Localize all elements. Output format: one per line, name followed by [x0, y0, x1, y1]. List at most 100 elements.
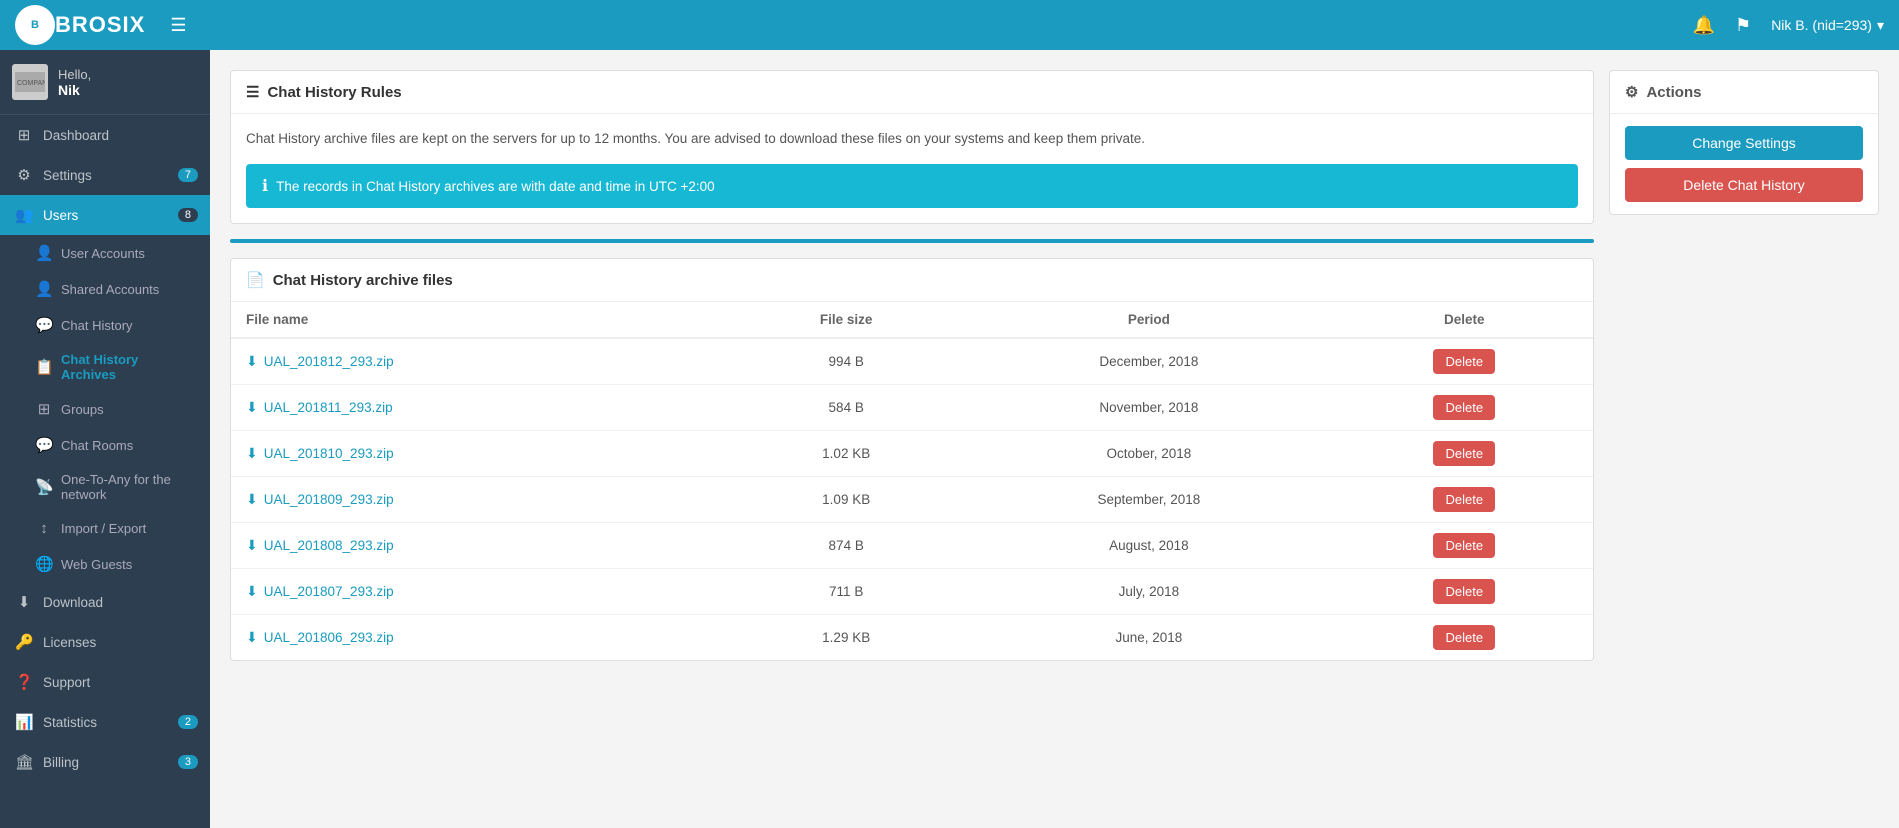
sidebar-item-chat-history[interactable]: 💬 Chat History: [0, 307, 210, 343]
file-link-1[interactable]: ⬇ UAL_201811_293.zip: [246, 399, 715, 416]
file-size-cell: 1.09 KB: [730, 477, 962, 523]
file-period-cell: November, 2018: [962, 385, 1335, 431]
sidebar-item-users[interactable]: 👥 Users 8: [0, 195, 210, 235]
sidebar-label-chat-history: Chat History: [61, 318, 133, 333]
file-delete-cell: Delete: [1336, 615, 1593, 661]
bell-icon[interactable]: 🔔: [1693, 15, 1715, 36]
file-size-cell: 994 B: [730, 338, 962, 385]
download-file-icon: ⬇: [246, 445, 258, 462]
svg-text:COMPANY: COMPANY: [17, 80, 45, 87]
file-period-cell: August, 2018: [962, 523, 1335, 569]
sidebar-item-one-to-any[interactable]: 📡 One-To-Any for the network: [0, 463, 210, 511]
table-row: ⬇ UAL_201806_293.zip 1.29 KB June, 2018 …: [231, 615, 1593, 661]
sidebar-item-dashboard[interactable]: ⊞ Dashboard: [0, 115, 210, 155]
sidebar-label-import-export: Import / Export: [61, 521, 146, 536]
delete-file-button-2[interactable]: Delete: [1433, 441, 1495, 466]
download-file-icon: ⬇: [246, 629, 258, 646]
sidebar-item-licenses[interactable]: 🔑 Licenses: [0, 622, 210, 662]
sidebar-item-shared-accounts[interactable]: 👤 Shared Accounts: [0, 271, 210, 307]
sidebar-item-import-export[interactable]: ↕ Import / Export: [0, 511, 210, 546]
file-link-3[interactable]: ⬇ UAL_201809_293.zip: [246, 491, 715, 508]
brand-name: BROSIX: [55, 12, 145, 38]
settings-icon: ⚙: [15, 166, 33, 184]
delete-file-button-5[interactable]: Delete: [1433, 579, 1495, 604]
delete-file-button-3[interactable]: Delete: [1433, 487, 1495, 512]
flag-icon[interactable]: ⚑: [1735, 15, 1751, 36]
users-icon: 👥: [15, 206, 33, 224]
delete-file-button-4[interactable]: Delete: [1433, 533, 1495, 558]
sidebar-item-billing[interactable]: 🏛 Billing 3: [0, 742, 210, 782]
hamburger-button[interactable]: ☰: [170, 15, 186, 36]
archive-card: 📄 Chat History archive files File name F…: [230, 258, 1594, 661]
banner-text: The records in Chat History archives are…: [276, 179, 715, 194]
change-settings-button[interactable]: Change Settings: [1625, 126, 1863, 160]
sidebar-label-billing: Billing: [43, 755, 79, 770]
col-delete: Delete: [1336, 302, 1593, 338]
table-header-row: File name File size Period Delete: [231, 302, 1593, 338]
sidebar-label-one-to-any: One-To-Any for the network: [61, 472, 195, 502]
file-name-cell: ⬇ UAL_201810_293.zip: [231, 431, 730, 477]
sidebar-item-groups[interactable]: ⊞ Groups: [0, 391, 210, 427]
sidebar-user: COMPANY Hello, Nik: [0, 50, 210, 115]
archive-table: File name File size Period Delete ⬇ UAL_…: [231, 302, 1593, 660]
table-row: ⬇ UAL_201809_293.zip 1.09 KB September, …: [231, 477, 1593, 523]
actions-title: Actions: [1646, 84, 1701, 101]
download-icon: ⬇: [15, 593, 33, 611]
rules-header-title: Chat History Rules: [267, 84, 401, 101]
statistics-badge: 2: [178, 715, 198, 729]
sidebar-item-chat-rooms[interactable]: 💬 Chat Rooms: [0, 427, 210, 463]
file-link-2[interactable]: ⬇ UAL_201810_293.zip: [246, 445, 715, 462]
sidebar-label-web-guests: Web Guests: [61, 557, 132, 572]
sidebar-nav: ⊞ Dashboard ⚙ Settings 7 👥 Users 8 👤 Use…: [0, 115, 210, 828]
main-content: ☰ Chat History Rules Chat History archiv…: [210, 50, 1899, 828]
web-guests-icon: 🌐: [35, 555, 53, 573]
sidebar-label-settings: Settings: [43, 168, 92, 183]
brand-logo: B: [15, 5, 55, 45]
delete-file-button-0[interactable]: Delete: [1433, 349, 1495, 374]
file-link-6[interactable]: ⬇ UAL_201806_293.zip: [246, 629, 715, 646]
delete-file-button-1[interactable]: Delete: [1433, 395, 1495, 420]
chat-rooms-icon: 💬: [35, 436, 53, 454]
download-file-icon: ⬇: [246, 583, 258, 600]
file-period-cell: June, 2018: [962, 615, 1335, 661]
table-row: ⬇ UAL_201811_293.zip 584 B November, 201…: [231, 385, 1593, 431]
file-delete-cell: Delete: [1336, 385, 1593, 431]
sidebar-item-chat-history-archives[interactable]: 📋 Chat History Archives: [0, 343, 210, 391]
sidebar-item-support[interactable]: ❓ Support: [0, 662, 210, 702]
download-file-icon: ⬇: [246, 491, 258, 508]
sidebar-label-chat-rooms: Chat Rooms: [61, 438, 133, 453]
info-icon: ℹ: [262, 176, 268, 196]
file-delete-cell: Delete: [1336, 338, 1593, 385]
file-name-cell: ⬇ UAL_201808_293.zip: [231, 523, 730, 569]
file-link-0[interactable]: ⬇ UAL_201812_293.zip: [246, 353, 715, 370]
sidebar-item-statistics[interactable]: 📊 Statistics 2: [0, 702, 210, 742]
file-size-cell: 874 B: [730, 523, 962, 569]
caret-icon: ▾: [1877, 17, 1884, 34]
archive-card-header: 📄 Chat History archive files: [231, 259, 1593, 302]
sidebar-label-statistics: Statistics: [43, 715, 97, 730]
sidebar-label-support: Support: [43, 675, 90, 690]
file-link-5[interactable]: ⬇ UAL_201807_293.zip: [246, 583, 715, 600]
sidebar-username: Nik: [58, 82, 91, 98]
file-size-cell: 1.02 KB: [730, 431, 962, 477]
table-row: ⬇ UAL_201812_293.zip 994 B December, 201…: [231, 338, 1593, 385]
delete-chat-history-button[interactable]: Delete Chat History: [1625, 168, 1863, 202]
greeting: Hello,: [58, 67, 91, 82]
file-link-4[interactable]: ⬇ UAL_201808_293.zip: [246, 537, 715, 554]
delete-file-button-6[interactable]: Delete: [1433, 625, 1495, 650]
sidebar-item-download[interactable]: ⬇ Download: [0, 582, 210, 622]
sidebar-item-web-guests[interactable]: 🌐 Web Guests: [0, 546, 210, 582]
licenses-icon: 🔑: [15, 633, 33, 651]
sidebar-label-users: Users: [43, 208, 78, 223]
file-period-cell: December, 2018: [962, 338, 1335, 385]
file-name-cell: ⬇ UAL_201812_293.zip: [231, 338, 730, 385]
table-row: ⬇ UAL_201808_293.zip 874 B August, 2018 …: [231, 523, 1593, 569]
chat-history-archives-icon: 📋: [35, 358, 53, 376]
actions-card-header: ⚙ Actions: [1610, 71, 1878, 114]
user-menu[interactable]: Nik B. (nid=293) ▾: [1771, 17, 1884, 34]
col-filesize: File size: [730, 302, 962, 338]
file-delete-cell: Delete: [1336, 569, 1593, 615]
sidebar-item-settings[interactable]: ⚙ Settings 7: [0, 155, 210, 195]
archive-header-icon: 📄: [246, 271, 265, 289]
sidebar-item-user-accounts[interactable]: 👤 User Accounts: [0, 235, 210, 271]
